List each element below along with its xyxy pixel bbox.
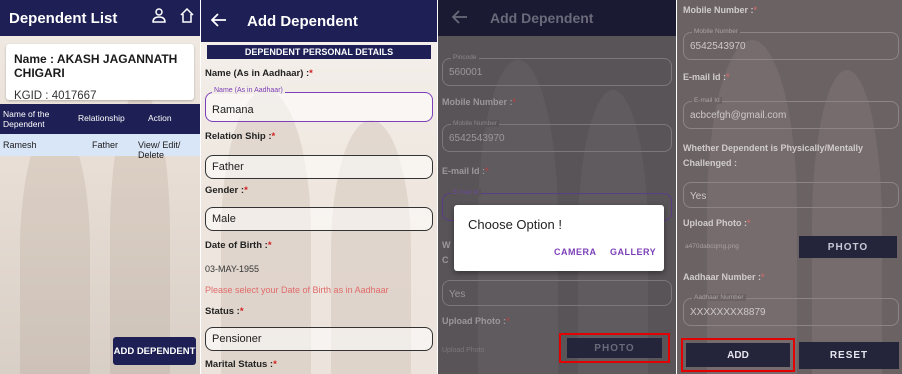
add-button[interactable]: ADD [686,343,790,367]
back-arrow-icon[interactable] [201,11,241,32]
mobile-label: Mobile Number :* [442,97,517,107]
section-header: DEPENDENT PERSONAL DETAILS [207,45,431,59]
employee-name: Name : AKASH JAGANNATH CHIGARI [14,52,178,80]
mobile-input[interactable]: Mobile Number 6542543970 [442,120,672,152]
uploaded-filename: a470dabcqmg.png [685,243,739,250]
column-header-relationship: Relationship [78,113,125,123]
camera-option[interactable]: CAMERA [554,247,597,257]
pincode-input[interactable]: Pincode 560001 [442,54,672,86]
name-label: Name (As in Aadhaar) :* [205,68,313,79]
choose-option-screen: Add Dependent Pincode 560001 Mobile Numbe… [438,0,676,374]
status-dropdown[interactable]: Pensioner [205,327,433,351]
app-bar: Dependent List [0,0,200,36]
add-dependent-form-bottom: Mobile Number :* Mobile Number 6542543970… [677,0,902,374]
table-row: Ramesh Father View/ Edit/ Delete [0,134,200,160]
photo-button-highlight: PHOTO [559,333,670,363]
photo-button[interactable]: PHOTO [799,236,897,258]
reset-button[interactable]: RESET [799,342,899,369]
gender-label: Gender :* [205,185,248,196]
dob-value[interactable]: 03-MAY-1955 [205,264,259,274]
column-header-action: Action [148,113,172,123]
person-icon[interactable] [152,8,166,27]
upload-photo-label: Upload Photo :* [683,218,751,228]
photo-button[interactable]: PHOTO [567,338,662,358]
mobile-label: Mobile Number :* [683,5,758,15]
relation-label: Relation Ship :* [205,131,276,142]
challenged-dropdown[interactable]: Yes [442,280,672,306]
dob-hint: Please select your Date of Birth as in A… [205,285,389,295]
app-bar: Add Dependent [438,0,676,36]
mobile-input[interactable]: Mobile Number 6542543970 [683,28,899,60]
page-title: Dependent List [9,9,118,27]
gallery-option[interactable]: GALLERY [610,247,656,257]
employee-kgid: KGID : 4017667 [14,90,97,102]
challenged-label-partial: W [442,240,451,250]
add-dependent-screen: Add Dependent DEPENDENT PERSONAL DETAILS… [201,0,437,374]
marital-status-label: Marital Status :* [205,359,277,370]
add-button-highlight: ADD [681,338,795,372]
add-dependent-button[interactable]: ADD DEPENDENT [113,337,196,365]
upload-photo-hint: Upload Photo [442,347,485,354]
dob-label: Date of Birth :* [205,240,272,251]
upload-photo-label: Upload Photo :* [442,316,510,326]
email-input[interactable]: E-mail Id acbcefgh@gmail.com [683,97,899,129]
page-title: Add Dependent [247,12,358,30]
email-label: E-mail Id :* [442,166,489,176]
relationship-cell: Father [92,140,119,150]
challenged-label-partial: C [442,255,449,265]
employee-card: Name : AKASH JAGANNATH CHIGARI KGID : 40… [6,44,194,102]
aadhaar-label: Aadhaar Number :* [683,272,765,282]
name-input[interactable]: Name (As in Aadhaar) Ramana [205,87,433,122]
dependent-list-screen: Dependent List Name : AKASH JAGANNATH CH… [0,0,200,374]
challenged-label-line2: Challenged : [683,158,738,168]
aadhaar-input[interactable]: Aadhaar Number XXXXXXXX8879 [683,294,899,326]
page-title: Add Dependent [490,10,594,26]
home-icon[interactable] [180,7,194,27]
background-building [20,120,90,374]
gender-dropdown[interactable]: Male [205,207,433,231]
relation-dropdown[interactable]: Father [205,155,433,179]
app-bar: Add Dependent [201,0,437,42]
email-label: E-mail Id :* [683,72,730,82]
back-arrow-icon[interactable] [438,8,482,29]
choose-option-dialog: Choose Option ! CAMERA GALLERY [454,205,664,271]
table-header: Name of the Dependent Relationship Actio… [0,104,200,134]
action-links[interactable]: View/ Edit/ Delete [138,140,200,160]
status-label: Status :* [205,306,244,317]
column-header-name: Name of the Dependent [3,109,50,129]
challenged-label: Whether Dependent is Physically/Mentally [683,143,864,153]
dialog-title: Choose Option ! [468,217,562,232]
name-floating-label: Name (As in Aadhaar) [212,87,285,94]
dependent-name-cell: Ramesh [3,140,37,150]
challenged-dropdown[interactable]: Yes [683,182,899,208]
